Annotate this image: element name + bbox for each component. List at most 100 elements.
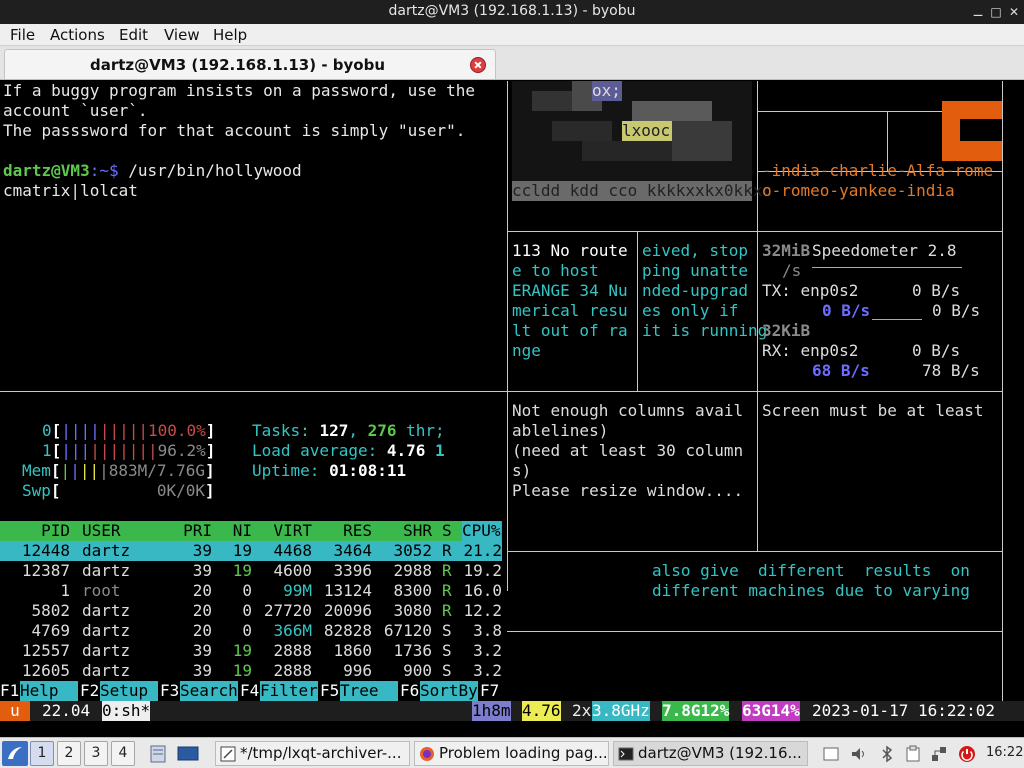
htop-table-header[interactable]: PID USER PRI NI VIRT RES SHR S CPU%	[0, 521, 502, 541]
menu-file[interactable]: File	[10, 26, 35, 44]
workspace-3[interactable]: 3	[84, 741, 108, 766]
cell-s: R	[442, 601, 452, 620]
network-icon[interactable]	[930, 745, 948, 763]
cell-res: 13124	[323, 581, 372, 600]
pane-divider	[757, 81, 758, 391]
workspace-1[interactable]: 1	[30, 741, 54, 766]
htop-column-header[interactable]: PRI	[183, 521, 212, 541]
fkey-7[interactable]: F7	[480, 681, 499, 701]
fkey-label[interactable]: Filter	[260, 681, 318, 701]
notifications-icon[interactable]	[822, 745, 840, 763]
htop-column-header[interactable]: RES	[343, 521, 372, 541]
volume-icon[interactable]	[850, 745, 868, 763]
cell-pid: 1	[60, 581, 70, 600]
htop-column-header[interactable]: VIRT	[273, 521, 312, 541]
scrollbar[interactable]	[1002, 81, 1003, 701]
minimize-icon[interactable]: ⚊	[970, 4, 986, 20]
fkey-3[interactable]: F3	[160, 681, 179, 701]
cell-shr: 3080	[393, 601, 432, 620]
clipboard-icon[interactable]	[904, 745, 922, 763]
menu-edit[interactable]: Edit	[119, 26, 148, 44]
mtr-text: e to host	[512, 261, 599, 280]
file-manager-icon[interactable]	[148, 741, 168, 766]
table-row[interactable]: 12557 dartz 39 19 2888 1860 1736 S 3.2	[0, 641, 502, 661]
cell-ni: 0	[242, 581, 252, 600]
tasks-threads: 276	[367, 421, 397, 440]
speed-rx-value: 0 B/s	[912, 341, 961, 360]
speed-tx-rate: 0 B/s	[822, 301, 871, 320]
cell-cpu: 3.8	[473, 621, 502, 640]
fkey-2[interactable]: F2	[80, 681, 99, 701]
cell-virt: 4600	[273, 561, 312, 580]
cell-s: S	[442, 661, 452, 680]
byobu-disk: 63G14%	[742, 701, 800, 721]
task-archiver[interactable]: */tmp/lxqt-archiver-...	[215, 741, 410, 766]
tab-terminal[interactable]: dartz@VM3 (192.168.1.13) - byobu	[4, 49, 496, 79]
tab-close-icon[interactable]	[470, 57, 486, 73]
table-row[interactable]: 5802 dartz 20 0 27720 20096 3080 R 12.2	[0, 601, 502, 621]
desktop-icon[interactable]	[176, 741, 200, 766]
speed-rx-label: RX: enp0s2	[762, 341, 859, 360]
speed-graph-line	[872, 319, 922, 320]
byobu-load: 4.76	[522, 701, 561, 721]
bluetooth-icon[interactable]	[878, 745, 896, 763]
htop-column-header[interactable]: CPU%	[462, 521, 501, 541]
fkey-5[interactable]: F5	[320, 681, 339, 701]
byobu-window-tab[interactable]: 0:sh*	[102, 701, 151, 721]
htop-column-header[interactable]: SHR	[403, 521, 432, 541]
htop-column-header[interactable]: USER	[82, 521, 121, 541]
task-firefox[interactable]: Problem loading pag...	[414, 741, 609, 766]
maximize-icon[interactable]: □	[988, 4, 1004, 20]
menu-help[interactable]: Help	[213, 26, 247, 44]
cell-user: dartz	[82, 621, 131, 640]
taskbar-clock[interactable]: 16:22	[986, 745, 1023, 760]
fkey-label[interactable]: Setup	[100, 681, 158, 701]
fkey-1[interactable]: F1	[0, 681, 19, 701]
htop-column-header[interactable]: PID	[41, 521, 70, 541]
cell-ni: 0	[242, 601, 252, 620]
fkey-4[interactable]: F4	[240, 681, 259, 701]
menu-view[interactable]: View	[164, 26, 200, 44]
task-terminal[interactable]: dartz@VM3 (192.16...	[613, 741, 808, 766]
cell-res: 996	[343, 661, 372, 680]
fkey-label[interactable]: Tree	[340, 681, 398, 701]
cell-user: dartz	[82, 601, 131, 620]
fkey-label[interactable]: Search	[180, 681, 238, 701]
pane-divider	[507, 551, 1002, 552]
fkey-6[interactable]: F6	[400, 681, 419, 701]
fortune-text: different machines due to varying	[652, 581, 970, 600]
tab-label: dartz@VM3 (192.168.1.13) - byobu	[90, 56, 385, 74]
cell-pri: 39	[192, 561, 212, 580]
cell-virt: 4468	[273, 541, 312, 560]
byobu-logo: u	[0, 701, 30, 721]
byobu-release: 22.04	[42, 701, 91, 720]
htop-tasks: Tasks: 127, 276 thr;	[252, 421, 445, 440]
htop-load: Load average: 4.76 1	[252, 441, 445, 461]
table-row[interactable]: 12605 dartz 39 19 2888 996 900 S 3.2	[0, 661, 502, 681]
close-icon[interactable]: ✕	[1006, 4, 1022, 20]
htop-column-header[interactable]: S	[442, 521, 452, 541]
cell-res: 20096	[323, 601, 372, 620]
table-row[interactable]: 4769 dartz 20 0 366M 82828 67120 S 3.8	[0, 621, 502, 641]
byobu-status-bar: u 22.04 0:sh* 1h8m 4.76 2x 3.8GHz 7.8G12…	[0, 701, 1024, 721]
cpu0-percent: 100.0%	[147, 421, 206, 440]
tasks-count: 127	[319, 421, 349, 440]
htop-uptime: Uptime: 01:08:11	[252, 461, 406, 481]
table-row[interactable]: 12387 dartz 39 19 4600 3396 2988 R 19.2	[0, 561, 502, 581]
workspace-4[interactable]: 4	[111, 741, 135, 766]
workspace-2[interactable]: 2	[57, 741, 81, 766]
menu-actions[interactable]: Actions	[50, 26, 105, 44]
power-icon[interactable]	[958, 745, 976, 763]
table-row[interactable]: 1 root 20 0 99M 13124 8300 R 16.0	[0, 581, 502, 601]
uptime-value: 01:08:11	[329, 461, 407, 480]
cell-s: S	[442, 641, 452, 660]
mtr-text: es only if	[642, 301, 739, 320]
htop-column-header[interactable]: NI	[233, 521, 252, 541]
fkey-label[interactable]: Help	[20, 681, 78, 701]
start-menu-icon[interactable]	[2, 741, 28, 766]
window-titlebar[interactable]: dartz@VM3 (192.168.1.13) - byobu ⚊ □ ✕	[0, 0, 1024, 24]
table-row[interactable]: 12448 dartz 39 19 4468 3464 3052 R 21.2	[0, 541, 502, 561]
pane-divider	[507, 631, 1002, 632]
fkey-label[interactable]: SortBy	[420, 681, 478, 701]
terminal-area[interactable]: If a buggy program insists on a password…	[0, 81, 1024, 721]
